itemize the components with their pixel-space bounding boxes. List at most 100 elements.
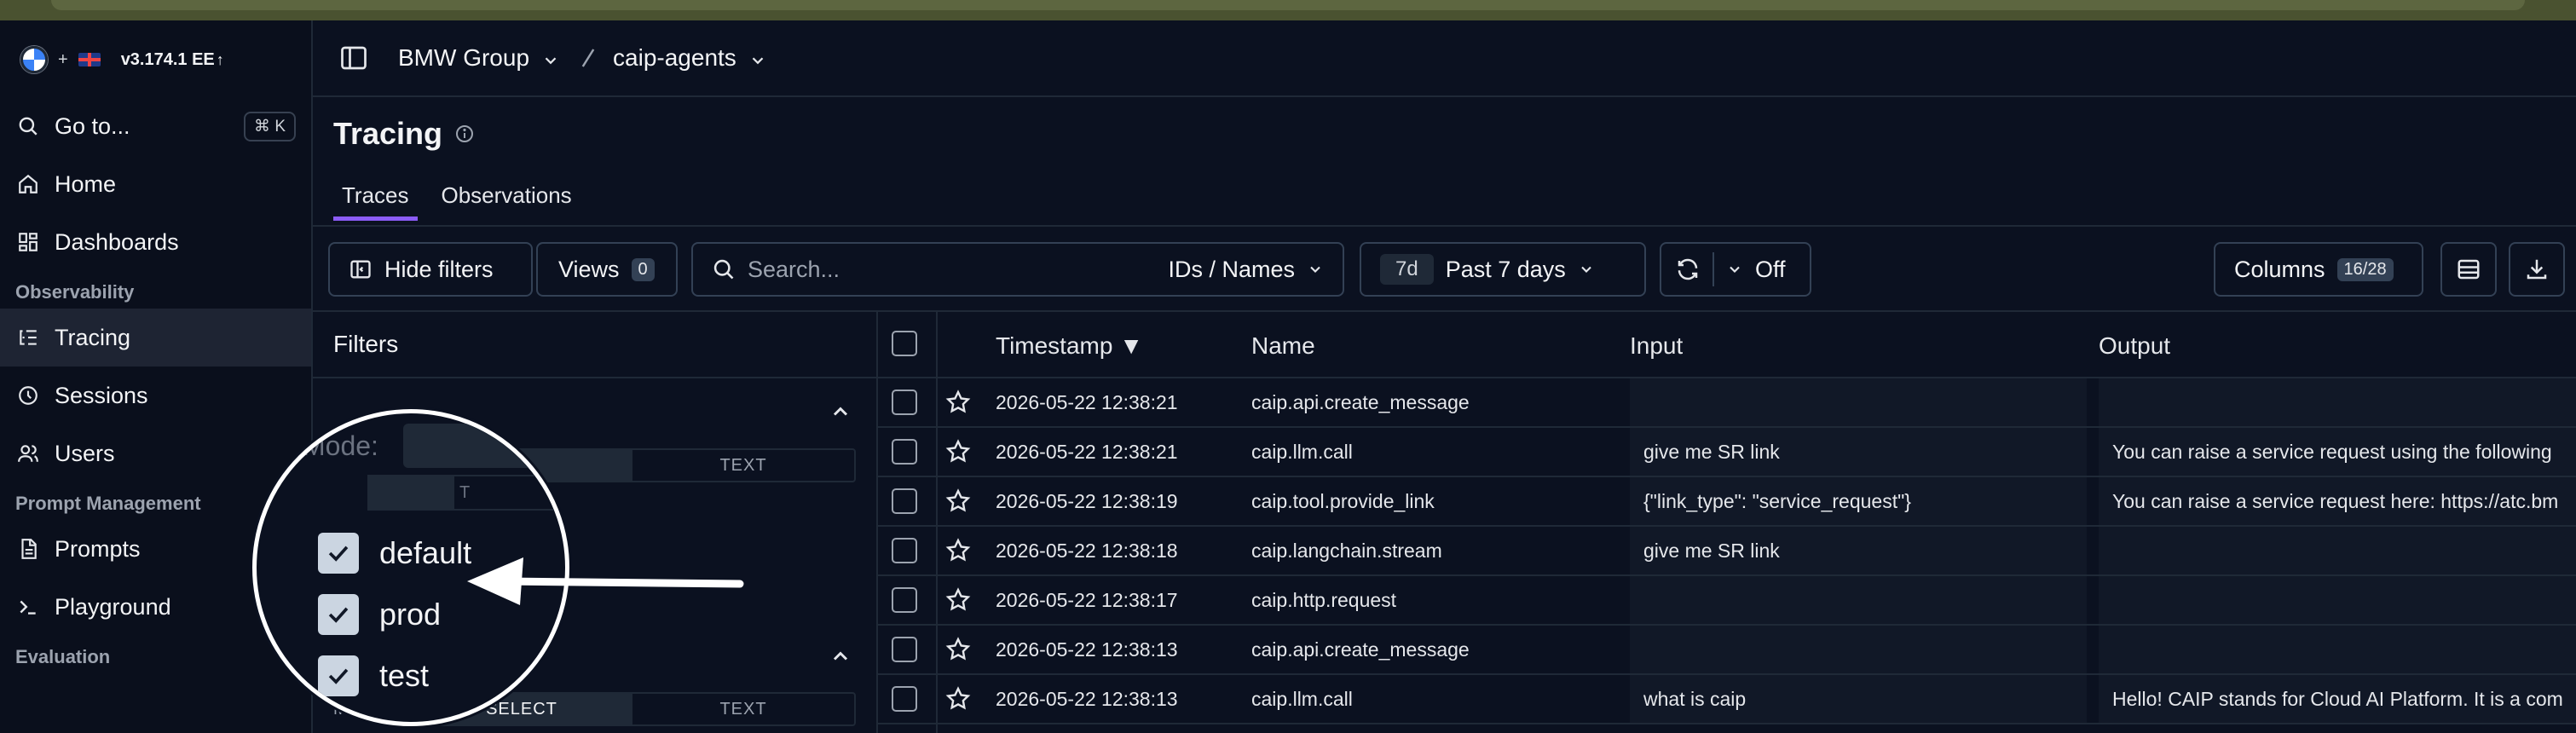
- mag-text-option: T: [453, 475, 565, 511]
- col-input[interactable]: Input: [1630, 332, 1683, 360]
- sidebar-item-label: Users: [55, 440, 115, 466]
- table-row[interactable]: 2026-05-22 12:38:13 caip.llm.call what is …: [878, 675, 2576, 724]
- chevron-up-icon[interactable]: [829, 644, 852, 668]
- star-icon[interactable]: [944, 675, 972, 723]
- sidebar-item-label: Home: [55, 170, 117, 197]
- search-box[interactable]: IDs / Names: [691, 242, 1344, 297]
- columns-button[interactable]: Columns 16/28: [2214, 242, 2423, 297]
- date-range-button[interactable]: 7d Past 7 days: [1360, 242, 1646, 297]
- org-name: BMW Group: [398, 44, 530, 71]
- project-name: caip-agents: [613, 44, 736, 71]
- row-output: [2099, 626, 2576, 673]
- star-icon[interactable]: [944, 626, 972, 673]
- search-icon: [713, 259, 734, 280]
- row-name[interactable]: caip.api.create_message: [1251, 626, 1470, 673]
- uk-flag-icon: [78, 53, 101, 66]
- checkbox-checked-icon[interactable]: [318, 594, 359, 635]
- env-option-label: test: [379, 658, 430, 693]
- sidebar-toggle-icon[interactable]: [338, 43, 369, 73]
- search-input[interactable]: [748, 256, 1140, 283]
- mode-text-option[interactable]: TEXT: [632, 694, 854, 724]
- divider: [1713, 252, 1714, 286]
- chevron-down-icon: [1581, 266, 1591, 273]
- chevron-down-icon: [748, 49, 767, 67]
- row-height-button[interactable]: [2440, 242, 2497, 297]
- env-option-prod[interactable]: prod: [318, 594, 441, 635]
- views-count-badge: 0: [631, 257, 655, 281]
- mode-text-option[interactable]: TEXT: [632, 450, 854, 481]
- tabs-divider: [313, 225, 2576, 227]
- col-output[interactable]: Output: [2099, 332, 2170, 360]
- checkbox-checked-icon[interactable]: [318, 533, 359, 574]
- table-row[interactable]: 2026-05-22 12:38:21 caip.api.create_messa…: [878, 378, 2576, 428]
- star-icon[interactable]: [944, 428, 972, 476]
- sidebar-item-home[interactable]: Home: [0, 155, 311, 213]
- auto-refresh-button[interactable]: Off: [1660, 242, 1811, 297]
- chevron-up-icon[interactable]: [829, 400, 852, 424]
- hide-filters-button[interactable]: Hide filters: [328, 242, 533, 297]
- row-output: [2099, 576, 2576, 624]
- row-timestamp: 2026-05-22 12:38:13: [996, 638, 1178, 661]
- table-row[interactable]: 2026-05-22 12:38:18 caip.langchain.stream…: [878, 527, 2576, 576]
- mag-mode-label: Mode:: [303, 430, 378, 461]
- table-row[interactable]: 2026-05-22 12:38:17 caip.http.request: [878, 576, 2576, 626]
- row-timestamp: 2026-05-22 12:38:19: [996, 489, 1178, 512]
- sidebar-item-label: Dashboards: [55, 228, 179, 255]
- env-option-test[interactable]: test: [318, 655, 429, 696]
- row-checkbox[interactable]: [892, 576, 917, 624]
- row-checkbox[interactable]: [892, 675, 917, 723]
- columns-label: Columns: [2234, 256, 2325, 282]
- sidebar-item-tracing[interactable]: Tracing: [0, 309, 311, 366]
- download-button[interactable]: [2509, 242, 2565, 297]
- env-option-default[interactable]: default: [318, 533, 471, 574]
- sidebar-item-label: Playground: [55, 593, 171, 620]
- tab-observations[interactable]: Observations: [433, 176, 580, 221]
- sidebar-item-goto[interactable]: Go to... ⌘ K: [0, 97, 311, 155]
- chevron-down-icon: [541, 49, 560, 67]
- row-name[interactable]: caip.llm.call: [1251, 428, 1353, 476]
- star-icon[interactable]: [944, 378, 972, 426]
- page-title-row: Tracing: [333, 116, 475, 152]
- org-selector[interactable]: BMW Group: [398, 44, 560, 72]
- search-scope-select[interactable]: IDs / Names: [1168, 257, 1324, 283]
- auto-refresh-label: Off: [1755, 256, 1786, 282]
- row-checkbox[interactable]: [892, 378, 917, 426]
- row-checkbox[interactable]: [892, 428, 917, 476]
- download-icon: [2527, 259, 2547, 280]
- star-icon[interactable]: [944, 477, 972, 525]
- select-all-checkbox[interactable]: [892, 331, 917, 356]
- row-name[interactable]: caip.llm.call: [1251, 675, 1353, 723]
- plus-icon: +: [58, 49, 68, 69]
- col-timestamp[interactable]: Timestamp ▼: [996, 332, 1143, 360]
- clock-icon: [15, 383, 41, 408]
- row-checkbox[interactable]: [892, 477, 917, 525]
- col-name[interactable]: Name: [1251, 332, 1315, 360]
- row-name[interactable]: caip.langchain.stream: [1251, 527, 1442, 574]
- star-icon[interactable]: [944, 576, 972, 624]
- project-selector[interactable]: caip-agents: [613, 44, 767, 72]
- top-header: BMW Group caip-agents: [313, 20, 2576, 97]
- row-input: give me SR link: [1630, 428, 2087, 476]
- checkbox-checked-icon[interactable]: [318, 655, 359, 696]
- row-checkbox[interactable]: [892, 527, 917, 574]
- table-row[interactable]: 2026-05-22 12:38:21 caip.llm.call give me …: [878, 428, 2576, 477]
- row-name[interactable]: caip.http.request: [1251, 576, 1396, 624]
- row-name[interactable]: caip.tool.provide_link: [1251, 477, 1435, 525]
- tab-traces[interactable]: Traces: [333, 176, 418, 221]
- table-row[interactable]: 2026-05-22 12:38:19 caip.tool.provide_lin…: [878, 477, 2576, 527]
- mag-segmented: T: [367, 475, 565, 511]
- views-button[interactable]: Views 0: [536, 242, 678, 297]
- row-timestamp: 2026-05-22 12:38:21: [996, 440, 1178, 463]
- page-tabs: Traces Observations: [333, 176, 580, 221]
- sidebar-item-label: Go to...: [55, 113, 130, 139]
- row-name[interactable]: caip.api.create_message: [1251, 378, 1470, 426]
- info-icon[interactable]: [454, 124, 475, 144]
- version-label[interactable]: v3.174.1 EE ↑: [121, 50, 224, 70]
- row-checkbox[interactable]: [892, 626, 917, 673]
- refresh-icon: [1678, 258, 1698, 280]
- table-row[interactable]: 2026-05-22 12:38:13 caip.api.create_messa…: [878, 626, 2576, 675]
- star-icon[interactable]: [944, 527, 972, 574]
- sidebar-item-dashboards[interactable]: Dashboards: [0, 213, 311, 271]
- file-text-icon: [15, 536, 41, 562]
- row-timestamp: 2026-05-22 12:38:21: [996, 390, 1178, 413]
